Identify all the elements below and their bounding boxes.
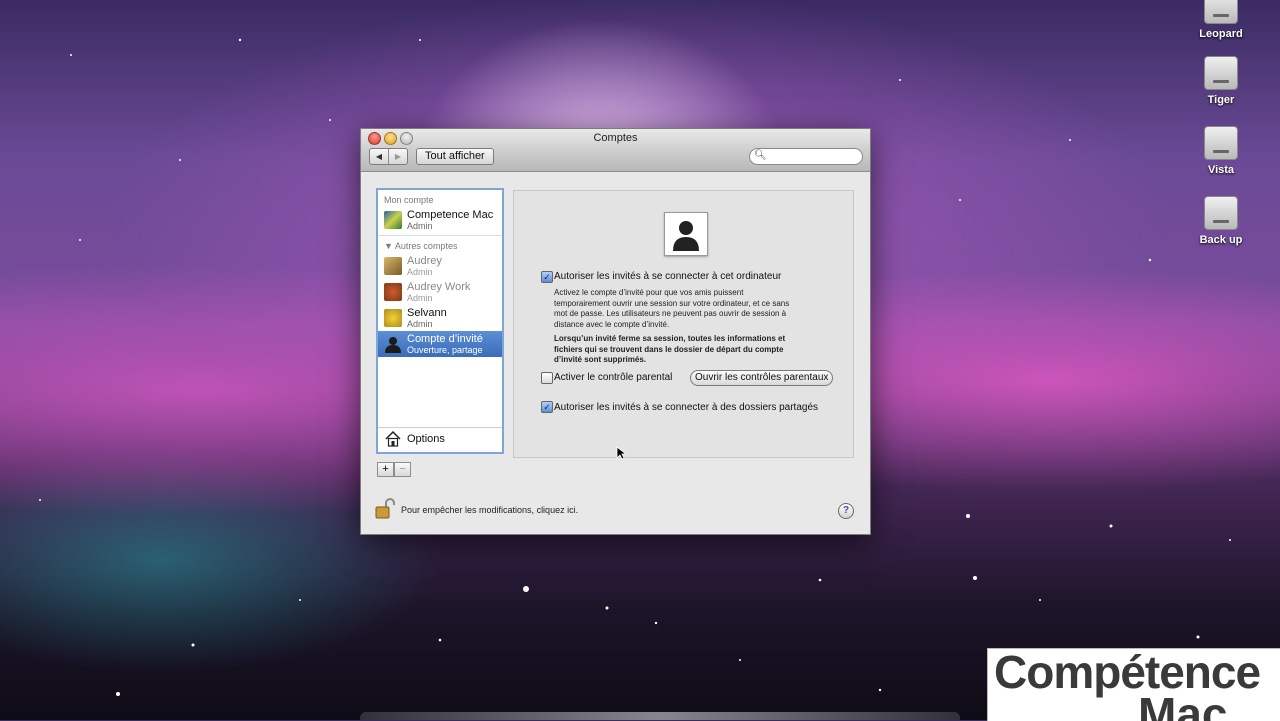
description-line: temporairement ouvrir une session sur vo… (554, 298, 790, 308)
account-name: Audrey (407, 255, 442, 267)
guest-warning: Lorsqu’un invité ferme sa session, toute… (554, 334, 834, 366)
hard-drive-icon (1204, 126, 1238, 160)
account-item-selvann[interactable]: Selvann Admin (378, 305, 502, 331)
hard-drive-icon (1204, 56, 1238, 90)
description-line: Activez le compte d’invité pour que vos … (554, 288, 744, 297)
account-role: Admin (407, 293, 433, 303)
account-role: Admin (407, 221, 433, 231)
guest-description: Activez le compte d’invité pour que vos … (554, 288, 834, 330)
avatar (384, 257, 402, 275)
search-icon: 🔍︎ (754, 150, 767, 161)
avatar (384, 309, 402, 327)
warning-line: fichiers qui se trouvent dans le dossier… (554, 344, 784, 354)
warning-line: d’invité sont supprimés. (554, 355, 647, 364)
desktop-icon-tiger[interactable]: Tiger (1181, 56, 1261, 106)
description-line: mot de passe. Les utilisateurs ne peuven… (554, 309, 787, 318)
desktop-icon-vista[interactable]: Vista (1181, 126, 1261, 176)
account-role: Admin (407, 267, 433, 277)
allow-shared-folders-label: Autoriser les invités à se connecter à d… (554, 402, 819, 413)
desktop-icon-label: Tiger (1207, 94, 1235, 106)
account-item-audrey-work[interactable]: Audrey Work Admin (378, 279, 502, 305)
allow-guest-login-checkbox[interactable]: ✓ (541, 271, 553, 283)
account-item-competence-mac[interactable]: Competence Mac Admin (378, 207, 502, 233)
allow-shared-folders-checkbox[interactable]: ✓ (541, 401, 553, 413)
account-name: Selvann (407, 307, 447, 319)
my-account-header: Mon compte (384, 195, 434, 205)
other-accounts-label: Autres comptes (394, 241, 458, 251)
dock[interactable] (360, 712, 960, 720)
checkmark-icon: ✓ (543, 272, 551, 282)
mouse-pointer-icon (616, 446, 626, 460)
avatar (384, 211, 402, 229)
parental-controls-label: Activer le contrôle parental (554, 372, 673, 383)
remove-account-button[interactable]: − (394, 462, 411, 477)
show-all-button[interactable]: Tout afficher (416, 148, 494, 165)
window-title: Comptes (593, 132, 638, 144)
other-accounts-header: ▼ Autres comptes (384, 241, 458, 251)
desktop-icon-label: Vista (1207, 164, 1235, 176)
account-name: Audrey Work (407, 281, 471, 293)
search-field[interactable]: 🔍︎ (749, 148, 863, 165)
account-name: Compte d’invité (407, 333, 483, 345)
forward-button[interactable]: ▶ (388, 149, 407, 164)
logo-line-2: Mac (1138, 688, 1228, 721)
account-item-audrey[interactable]: Audrey Admin (378, 253, 502, 279)
guest-settings-panel: ✓ Autoriser les invités à se connecter à… (513, 190, 854, 458)
hard-drive-icon (1204, 196, 1238, 230)
title-bar[interactable]: Comptes ◀ ▶ Tout afficher 🔍︎ (361, 129, 870, 172)
guest-picture (664, 212, 708, 256)
accounts-list[interactable]: Mon compte Competence Mac Admin ▼ Autres… (376, 188, 504, 454)
desktop-icon-leopard[interactable]: Leopard (1181, 0, 1261, 40)
back-button[interactable]: ◀ (370, 149, 388, 164)
back-forward-buttons: ◀ ▶ (369, 148, 408, 165)
hard-drive-icon (1204, 0, 1238, 24)
competence-mac-logo: Compétence Mac (987, 648, 1280, 721)
account-role: Admin (407, 319, 433, 329)
lock-instruction[interactable]: Pour empêcher les modifications, cliquez… (401, 505, 578, 515)
desktop-icon-label: Leopard (1199, 28, 1243, 40)
account-name: Competence Mac (407, 209, 494, 221)
open-parental-controls-button[interactable]: Ouvrir les contrôles parentaux (690, 370, 834, 386)
account-role: Ouverture, partage (407, 345, 483, 355)
warning-line: Lorsqu’un invité ferme sa session, toute… (554, 334, 786, 343)
checkmark-icon: ✓ (543, 402, 551, 412)
account-item-guest[interactable]: Compte d’invité Ouverture, partage (378, 331, 502, 357)
login-options-item[interactable]: Options (378, 427, 502, 452)
add-account-button[interactable]: + (377, 462, 394, 477)
avatar (384, 283, 402, 301)
home-icon (385, 431, 401, 447)
desktop-icon-label: Back up (1199, 234, 1243, 246)
guest-silhouette-icon (673, 221, 699, 251)
guest-silhouette-icon (385, 337, 401, 353)
desktop-icon-backup[interactable]: Back up (1181, 196, 1261, 246)
allow-guest-login-label: Autoriser les invités à se connecter à c… (554, 271, 782, 282)
help-button[interactable]: ? (838, 503, 854, 519)
accounts-window: Comptes ◀ ▶ Tout afficher 🔍︎ Mon compte … (360, 128, 871, 535)
parental-controls-checkbox[interactable] (541, 372, 553, 384)
options-label: Options (407, 433, 445, 445)
unlocked-padlock-icon[interactable] (374, 497, 396, 521)
description-line: distance avec le compte d’invité. (554, 319, 670, 329)
